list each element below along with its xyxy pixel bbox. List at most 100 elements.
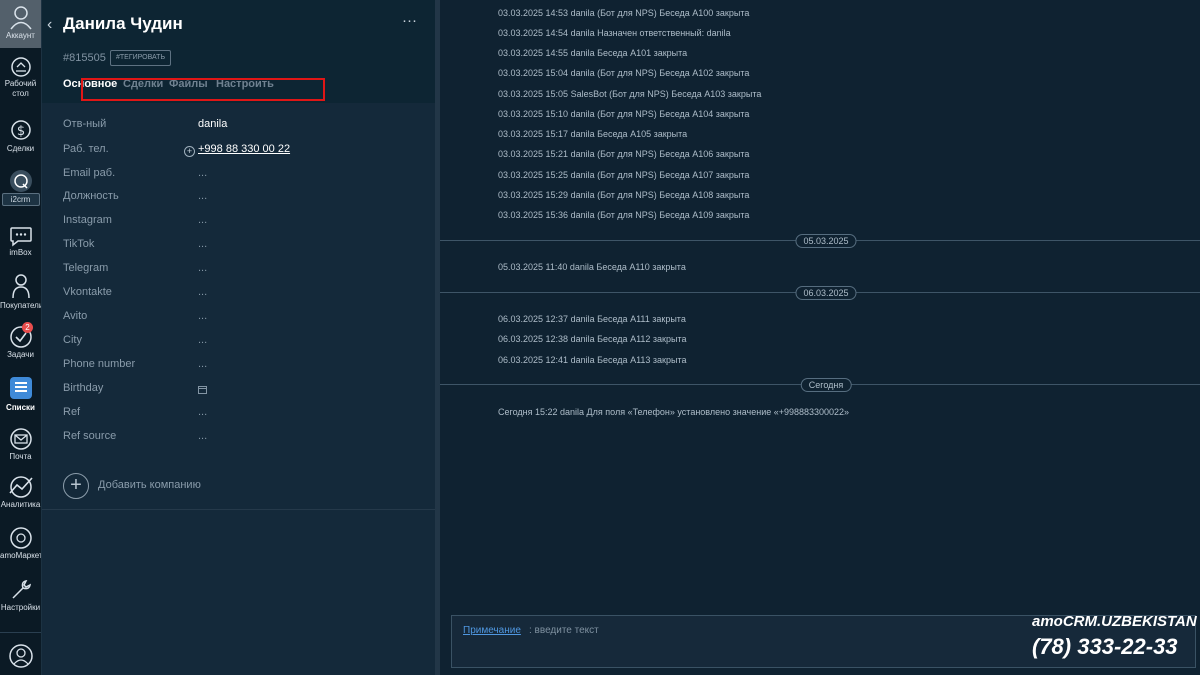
field-avito: Avito ... [42,310,435,330]
plus-circle-icon: + [63,473,89,499]
field-value[interactable]: ... [198,286,207,298]
field-ref: Ref ... [42,406,435,426]
chat-bubble-icon [9,227,32,247]
tag-button[interactable]: #ТЕГИРОВАТЬ [110,50,172,66]
field-label: Vkontakte [63,286,112,298]
feed-event: 06.03.2025 12:41 danila Беседа A113 закр… [498,355,687,365]
field-value[interactable]: ... [198,190,207,202]
field-label: Birthday [63,382,104,394]
lists-icon [9,377,32,399]
contact-card: ‹ Данила Чудин ··· #815505 #ТЕГИРОВАТЬ О… [42,0,435,675]
svg-text:$: $ [16,124,24,139]
tab-deals[interactable]: Сделки [123,78,163,90]
feed-event: 03.03.2025 14:55 danila Беседа A101 закр… [498,48,688,58]
field-value[interactable]: ... [198,358,207,370]
feed-event: 03.03.2025 15:21 danila (Бот для NPS) Бе… [498,149,750,159]
nav-settings[interactable]: Настройки [0,578,41,613]
field-label: Отв-ный [63,118,107,130]
feed-event: 03.03.2025 15:25 danila (Бот для NPS) Бе… [498,170,750,180]
field-value[interactable]: ... [198,167,207,179]
card-header: ‹ Данила Чудин ··· #815505 #ТЕГИРОВАТЬ О… [42,0,435,103]
tab-files[interactable]: Файлы [169,78,208,90]
feed-event: 06.03.2025 12:37 danila Беседа A111 закр… [498,314,686,324]
nav-deals-label: Сделки [6,144,35,153]
add-company-button[interactable]: + Добавить компанию [63,473,323,499]
nav-i2crm[interactable]: i2crm [0,169,41,206]
nav-i2crm-label: i2crm [1,193,40,206]
field-label: Instagram [63,214,112,226]
event-feed: 03.03.2025 14:53 danila (Бот для NPS) Бе… [440,0,1200,675]
field-value[interactable]: ... [198,430,207,442]
nav-account-label: Аккаунт [6,31,35,40]
field-responsible: Отв-ный danila [42,118,435,138]
nav-support[interactable] [0,643,41,669]
feed-event: 03.03.2025 15:05 SalesBot (Бот для NPS) … [498,89,762,99]
field-value[interactable]: danila [198,118,227,130]
field-work-phone: Раб. тел. + +998 88 330 00 22 [42,143,435,163]
nav-lists[interactable]: Списки [0,377,41,413]
field-label: Раб. тел. [63,143,109,155]
date-separator: Сегодня [800,378,852,392]
nav-account[interactable]: Аккаунт [0,4,41,41]
user-avatar-icon [9,6,32,30]
market-icon [9,527,32,549]
tab-configure[interactable]: Настроить [216,78,274,90]
date-separator: 05.03.2025 [795,234,857,248]
feed-event: 03.03.2025 14:54 danila Назначен ответст… [498,28,731,38]
nav-dashboard-label-1: Рабочий [4,79,37,88]
nav-mail[interactable]: Почта [0,427,41,462]
tasks-badge: 2 [22,322,33,333]
feed-event: 06.03.2025 12:38 danila Беседа A112 закр… [498,334,687,344]
back-chevron-icon[interactable]: ‹ [47,16,52,34]
field-city: City ... [42,334,435,354]
field-value[interactable]: ... [198,310,207,322]
nav-deals[interactable]: $ Сделки [0,117,41,154]
field-value[interactable]: ... [198,406,207,418]
feed-event: 03.03.2025 15:29 danila (Бот для NPS) Бе… [498,190,750,200]
nav-imbox[interactable]: imBox [0,225,41,258]
nav-tasks[interactable]: 2 Задачи [0,322,41,360]
feed-event: Сегодня 15:22 danila Для поля «Телефон» … [498,407,850,417]
field-value[interactable]: ... [198,214,207,226]
field-label: Должность [63,190,119,202]
nav-lists-label: Списки [6,403,35,412]
nav-buyers-label: Покупатели [0,301,41,310]
support-avatar-icon [8,644,33,668]
contact-name: Данила Чудин [63,14,183,33]
field-label: TikTok [63,238,95,250]
field-vkontakte: Vkontakte ... [42,286,435,306]
nav-analytics[interactable]: Аналитика [0,475,41,510]
tab-main[interactable]: Основное [63,78,117,90]
nav-market[interactable]: amoМаркет [0,526,41,561]
field-value[interactable]: ... [198,238,207,250]
field-instagram: Instagram ... [42,214,435,234]
feed-event: 03.03.2025 14:53 danila (Бот для NPS) Бе… [498,8,750,18]
field-value[interactable]: ... [198,262,207,274]
field-label: Ref [63,406,81,418]
field-label: Email раб. [63,167,116,179]
field-value[interactable]: ... [198,334,207,346]
nav-imbox-label: imBox [9,248,32,257]
nav-buyers[interactable]: Покупатели [0,272,41,311]
field-ref-source: Ref source ... [42,430,435,450]
wrench-icon [11,579,31,599]
feed-event: 03.03.2025 15:10 danila (Бот для NPS) Бе… [498,109,750,119]
field-label: Telegram [63,262,109,274]
phone-link[interactable]: +998 88 330 00 22 [198,143,290,155]
add-phone-icon[interactable]: + [184,146,195,157]
buyers-icon [11,274,30,299]
calendar-icon[interactable] [198,385,207,394]
left-navigation: Аккаунт Рабочий стол $ Сделки i2crm imBo… [0,0,42,675]
note-type-link[interactable]: Примечание [463,625,521,636]
nav-dashboard[interactable]: Рабочий стол [0,56,41,99]
field-position: Должность ... [42,190,435,210]
card-divider [42,509,435,510]
mail-icon [9,428,32,450]
more-menu-icon[interactable]: ··· [402,12,417,29]
nav-market-label: amoМаркет [0,551,41,560]
field-phone-number: Phone number ... [42,358,435,378]
date-separator: 06.03.2025 [795,286,857,300]
nav-divider [0,632,41,633]
field-tiktok: TikTok ... [42,238,435,258]
field-email: Email раб. ... [42,167,435,187]
